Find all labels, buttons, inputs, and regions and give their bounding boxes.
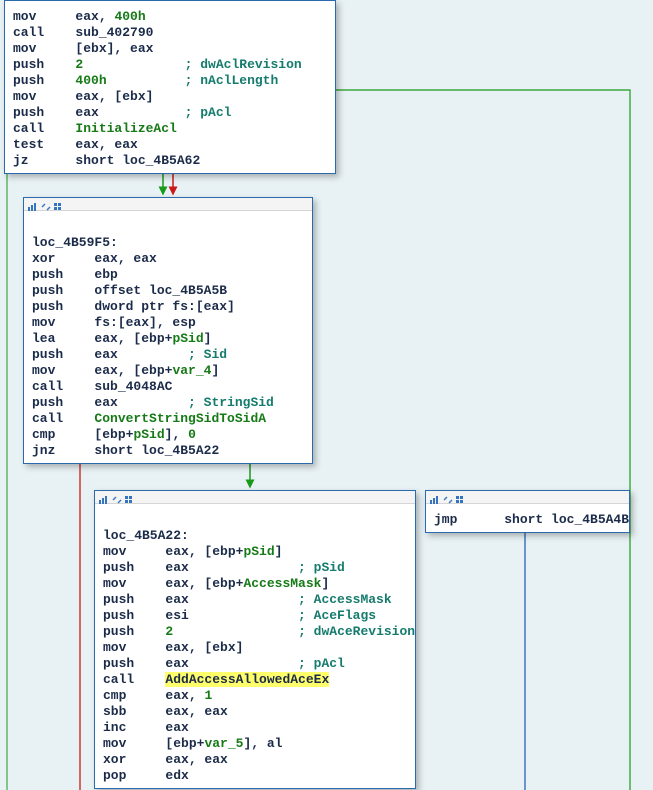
chart-icon bbox=[28, 200, 38, 208]
grid-icon bbox=[125, 493, 135, 501]
link-icon bbox=[443, 493, 453, 501]
chart-icon bbox=[430, 493, 440, 501]
code-block-0-body: mov eax, 400h call sub_402790 mov [ebx],… bbox=[5, 1, 335, 173]
code-block-3[interactable]: jmp short loc_4B5A4B bbox=[425, 490, 630, 533]
code-block-3-body: jmp short loc_4B5A4B bbox=[426, 504, 629, 532]
block-3-header bbox=[426, 491, 629, 504]
code-block-1[interactable]: loc_4B59F5: xor eax, eax push ebp push o… bbox=[23, 197, 313, 464]
block-2-header bbox=[95, 491, 415, 504]
code-block-2[interactable]: loc_4B5A22: mov eax, [ebp+pSid] push eax… bbox=[94, 490, 416, 789]
chart-icon bbox=[99, 493, 109, 501]
code-block-1-body: loc_4B59F5: xor eax, eax push ebp push o… bbox=[24, 211, 312, 463]
code-block-0[interactable]: mov eax, 400h call sub_402790 mov [ebx],… bbox=[4, 0, 336, 174]
link-icon bbox=[112, 493, 122, 501]
block-1-header bbox=[24, 198, 312, 211]
grid-icon bbox=[54, 200, 64, 208]
link-icon bbox=[41, 200, 51, 208]
grid-icon bbox=[456, 493, 466, 501]
code-block-2-body: loc_4B5A22: mov eax, [ebp+pSid] push eax… bbox=[95, 504, 415, 788]
